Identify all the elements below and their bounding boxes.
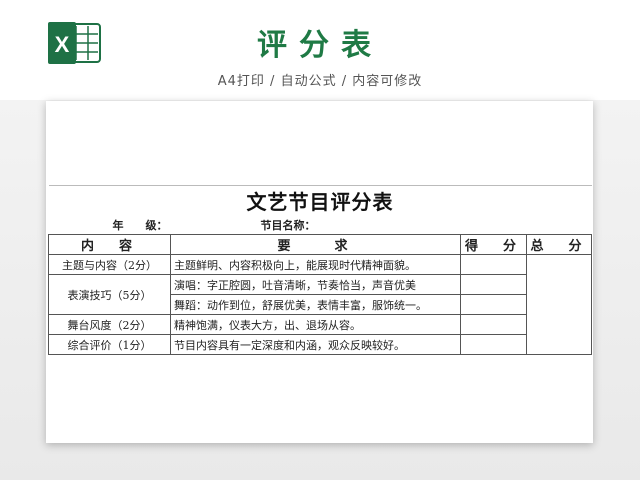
program-label: 节目名称： — [260, 218, 316, 232]
table-row: 表演技巧（5分） 演唱：字正腔圆，吐音清晰，节奏恰当，声音优美 — [48, 274, 592, 315]
table-row: 综合评价（1分） 节目内容具有一定深度和内涵，观众反映较好。 — [48, 334, 592, 355]
category-cell: 主题与内容（2分） — [48, 254, 171, 275]
requirement-cell: 演唱：字正腔圆，吐音清晰，节奏恰当，声音优美 — [170, 274, 461, 295]
score-table: 文艺节目评分表 年 级： 节目名称： 内 容 要 求 得 分 总 分 主题与内容… — [48, 185, 592, 355]
total-cell[interactable] — [526, 254, 592, 355]
score-cell[interactable] — [460, 294, 527, 315]
sheet-title: 文艺节目评分表 — [48, 185, 592, 215]
score-cell[interactable] — [460, 314, 527, 335]
table-row: 舞台风度（2分） 精神饱满，仪表大方，出、退场从容。 — [48, 314, 592, 335]
table-header-row: 内 容 要 求 得 分 总 分 — [48, 234, 592, 255]
score-cell[interactable] — [460, 274, 527, 295]
page-title: 评分表 — [257, 28, 383, 63]
grade-label: 年 级： — [112, 218, 168, 232]
requirement-cell: 舞蹈：动作到位，舒展优美，表情丰富，服饰统一。 — [170, 294, 461, 315]
category-cell: 舞台风度（2分） — [48, 314, 171, 335]
score-cell[interactable] — [460, 334, 527, 355]
sheet-title-row: 文艺节目评分表 — [48, 185, 592, 215]
header-score: 得 分 — [460, 234, 527, 255]
requirement-cell: 主题鲜明、内容积极向上，能展现时代精神面貌。 — [170, 254, 461, 275]
requirement-cell: 节目内容具有一定深度和内涵，观众反映较好。 — [170, 334, 461, 355]
score-cell[interactable] — [460, 254, 527, 275]
info-row: 年 级： 节目名称： — [49, 215, 592, 235]
banner: X 评分表 A4打印 / 自动公式 / 内容可修改 — [0, 0, 640, 100]
info-spacer — [527, 215, 592, 235]
page-subtitle: A4打印 / 自动公式 / 内容可修改 — [217, 74, 423, 89]
header-content: 内 容 — [48, 234, 171, 255]
category-cell: 综合评价（1分） — [48, 334, 171, 355]
category-cell: 表演技巧（5分） — [48, 274, 171, 315]
header-total: 总 分 — [526, 234, 592, 255]
header-requirement: 要 求 — [170, 234, 461, 255]
requirement-cell: 精神饱满，仪表大方，出、退场从容。 — [170, 314, 461, 335]
info-spacer — [461, 215, 527, 235]
table-row: 主题与内容（2分） 主题鲜明、内容积极向上，能展现时代精神面貌。 — [48, 254, 592, 355]
